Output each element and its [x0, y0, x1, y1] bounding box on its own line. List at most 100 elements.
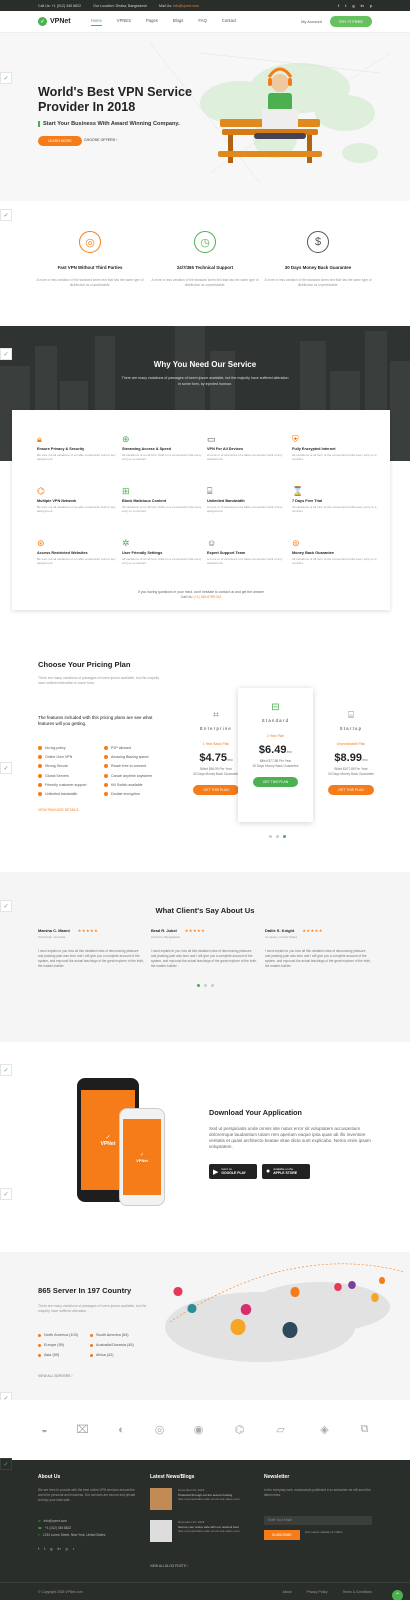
list-item[interactable]: North America (103)	[38, 1330, 78, 1340]
pinterest-icon[interactable]: p	[370, 3, 372, 8]
pinterest-icon[interactable]: p	[66, 1546, 68, 1551]
servers-description: There are many variations of passages of…	[38, 1304, 147, 1313]
google-play-button[interactable]: ▶ Get it on GOOGLE PLAY	[209, 1164, 257, 1179]
list-item: No log policy	[38, 743, 108, 752]
testimonials-section: ✓ What Client's Say About Us Marsha C. M…	[0, 872, 410, 1042]
get-plan-button[interactable]: GET THIS PLAN	[193, 785, 239, 795]
logo[interactable]: ✓ VPNet	[38, 17, 71, 26]
why-description: There are many variations of passages of…	[121, 376, 289, 386]
rss-icon[interactable]: r	[73, 1546, 74, 1551]
location-icon: ⌖	[38, 1533, 40, 1537]
my-account-link[interactable]: My Account	[301, 19, 322, 24]
footer: ✓ About Us We are here to provide with t…	[0, 1458, 410, 1600]
footer-about-title: About Us	[38, 1474, 61, 1480]
pricing-carousel-dots[interactable]	[269, 835, 286, 838]
hero-title: World's Best VPN Service Provider In 201…	[38, 85, 192, 114]
twitter-icon[interactable]: t	[44, 1546, 45, 1551]
list-item: P2P allowed	[104, 743, 174, 752]
list-item[interactable]: Australia/Oceania (45)	[90, 1340, 134, 1350]
side-tab-icon[interactable]: ✓	[0, 1064, 12, 1076]
learn-more-button[interactable]: LEARN MORE	[38, 136, 82, 146]
footer-email[interactable]: ✉ info@vpnet.com	[38, 1519, 67, 1523]
nav-item-blogs[interactable]: Blogs	[173, 18, 183, 26]
list-item[interactable]: Africa (42)	[90, 1350, 134, 1360]
globe-icon: ⊛	[37, 538, 45, 548]
top-bar: Call Us: +1 (012) 345 8822 Our Location:…	[0, 0, 410, 11]
side-tab-icon[interactable]: ✓	[0, 209, 12, 221]
view-all-blog-link[interactable]: VIEW ALL BLOG POSTS ›	[150, 1564, 188, 1568]
footer-phone[interactable]: ☎ +1 (012) 345 8822	[38, 1526, 71, 1530]
scroll-to-top-icon[interactable]: ⌃	[392, 1590, 403, 1600]
footer-link-about[interactable]: About	[283, 1590, 292, 1594]
why-item: ⊞ Block Malicious Content All variations o…	[122, 486, 208, 513]
why-item: ⊕ Streaming Access & Speed All variations …	[122, 434, 208, 461]
subscribe-button[interactable]: SUBSCRIBE	[264, 1530, 300, 1540]
nav-item-vpnes[interactable]: VPNES	[117, 18, 131, 26]
twitter-icon[interactable]: t	[345, 3, 346, 8]
google-plus-icon[interactable]: g	[352, 3, 354, 8]
plan-standard: ⊟ Standard 2 Year Plan $6.49/mo Billed $…	[238, 688, 313, 822]
block-icon: ⊞	[122, 486, 130, 496]
page: Call Us: +1 (012) 345 8822 Our Location:…	[0, 0, 410, 1600]
list-item[interactable]: South America (63)	[90, 1330, 134, 1340]
facebook-icon[interactable]: f	[38, 1546, 39, 1551]
footer-link-terms[interactable]: Terms & Conditions	[343, 1590, 372, 1594]
testimonials-title: What Client's Say About Us	[155, 906, 255, 915]
google-plus-icon[interactable]: g	[50, 1546, 52, 1551]
call-number-link[interactable]: (+1) 345 6789 012	[194, 595, 222, 599]
app-store-button[interactable]: ● Available on the APPLE STORE	[262, 1164, 310, 1179]
apple-icon: ●	[266, 1168, 271, 1175]
rating-stars: ★★★★★	[184, 928, 206, 933]
hero-section: World's Best VPN Service Provider In 201…	[0, 33, 410, 201]
newsletter-email-input[interactable]: Enter Your Email	[264, 1516, 372, 1525]
why-item: ✲ User Friendly Settings All variations of…	[122, 538, 208, 565]
testimonial-carousel-dots[interactable]	[197, 984, 214, 987]
app-title: Download Your Application	[209, 1108, 302, 1117]
world-map-pins	[165, 1263, 406, 1362]
brand-logo-icon: ◒	[41, 1423, 48, 1436]
list-item[interactable]: Asia (59)	[38, 1350, 78, 1360]
pricing-features-left: No log policy Online Own VPN Strong Secu…	[38, 743, 108, 799]
footer-newsletter-title: Newsletter	[264, 1474, 290, 1480]
servers-list-right: South America (63) Australia/Oceania (45…	[90, 1330, 134, 1360]
shield-icon: ⛨	[292, 434, 299, 444]
view-all-servers-link[interactable]: VIEW ALL SERVERS ›	[38, 1374, 73, 1378]
view-package-link[interactable]: VIEW PACKAGE DETAILS	[38, 808, 79, 812]
network-icon: ⌬	[37, 486, 45, 496]
newsletter-note: Get Latest Updates & Offers	[305, 1530, 343, 1534]
list-item: Friendly customer support	[38, 780, 108, 789]
nav-item-contact[interactable]: Contact	[222, 18, 236, 26]
nav-item-faq[interactable]: FAQ	[198, 18, 206, 26]
nav-item-pages[interactable]: Pages	[146, 18, 158, 26]
side-tab-icon[interactable]: ✓	[0, 348, 12, 360]
side-tab-icon[interactable]: ✓	[0, 762, 12, 774]
pricing-description: There are many variations of passages of…	[38, 676, 160, 685]
footer-bottom-bar: © Copyright 2018 VPNet.com About Privacy…	[0, 1582, 410, 1600]
settings-toggle-icon[interactable]: ✓	[0, 72, 12, 84]
settings-icon: ✲	[122, 538, 130, 548]
list-item: Strong Secure	[38, 762, 108, 771]
side-tab-icon[interactable]: ✓	[0, 1188, 12, 1200]
list-item: Cancel anytime anywhere	[104, 771, 174, 780]
try-free-button[interactable]: TRY IT FREE	[329, 16, 372, 27]
linkedin-icon[interactable]: in	[57, 1546, 60, 1551]
feature-support: ◷ 24/7/365 Technical Support A more or l…	[150, 231, 260, 288]
choose-offers-link[interactable]: CHOOSE OFFERS ›	[84, 138, 117, 142]
list-item[interactable]: Europe (59)	[38, 1340, 78, 1350]
rating-stars: ★★★★★	[302, 928, 323, 933]
get-plan-button[interactable]: GET THIS PLAN	[252, 777, 299, 787]
why-item: ▭ VPN For All Devices A more or of structu…	[207, 434, 293, 461]
footer-news-title: Latest News/Blogs	[150, 1474, 195, 1480]
why-title: Why You Need Our Service	[153, 360, 257, 369]
servers-section: 865 Server In 197 Country There are many…	[0, 1252, 410, 1404]
linkedin-icon[interactable]: in	[361, 3, 364, 8]
side-tab-icon[interactable]: ✓	[0, 1458, 12, 1470]
get-plan-button[interactable]: GET THIS PLAN	[328, 785, 374, 795]
nav-item-home[interactable]: Home	[90, 18, 102, 26]
list-item: Kill Switch available	[104, 780, 174, 789]
facebook-icon[interactable]: f	[338, 3, 339, 8]
footer-link-privacy[interactable]: Privacy Policy	[306, 1590, 327, 1594]
why-item: ⊛ Access Restricted Websites Be sure not a…	[37, 538, 123, 565]
pricing-features-title: The features included with this pricing …	[38, 715, 153, 726]
why-item: ⌸ Unlimited Bandwidth A more or of structu…	[207, 486, 293, 513]
